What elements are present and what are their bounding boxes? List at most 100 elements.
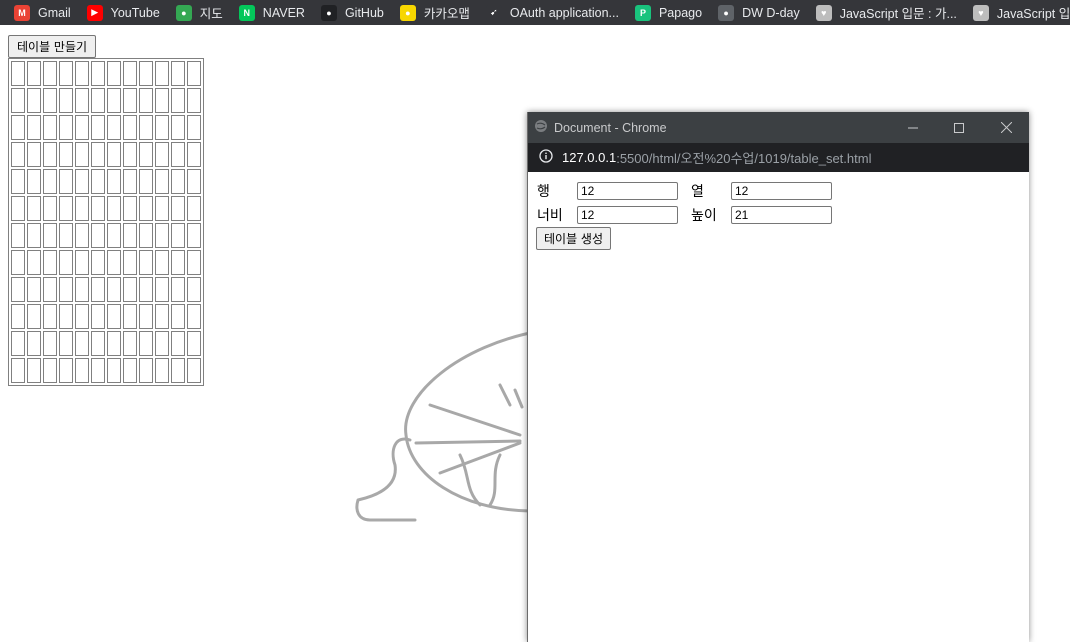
table-cell	[139, 277, 153, 302]
table-cell	[187, 223, 201, 248]
table-cell	[171, 277, 185, 302]
papago-icon: P	[634, 4, 651, 21]
bookmark-item[interactable]: ● 카카오맵	[399, 3, 470, 22]
bookmark-item[interactable]: ▶ YouTube	[86, 4, 160, 21]
bookmark-label: 카카오맵	[423, 7, 470, 21]
table-cell	[43, 115, 57, 140]
table-row	[11, 142, 201, 167]
col-input[interactable]	[731, 182, 832, 200]
bookmark-label: GitHub	[344, 5, 384, 20]
table-cell	[155, 88, 169, 113]
bookmarks-bar: M Gmail ▶ YouTube ● 지도 N NAVER ● GitHub ● 카카오맵 ➹ OAut…	[0, 0, 1070, 25]
bookmark-item[interactable]: ♥ JavaScript 입문	[972, 3, 1070, 22]
row-input[interactable]	[577, 182, 678, 200]
table-row	[11, 358, 201, 383]
bookmark-item[interactable]: ● GitHub	[320, 4, 384, 21]
table-cell	[107, 250, 121, 275]
info-icon[interactable]	[539, 149, 553, 166]
table-cell	[171, 115, 185, 140]
table-cell	[91, 250, 105, 275]
table-cell	[123, 358, 137, 383]
table-cell	[187, 169, 201, 194]
table-cell	[107, 196, 121, 221]
bookmark-item[interactable]: ➹ OAuth application...	[485, 4, 619, 21]
bookmark-label: 지도	[199, 7, 223, 21]
height-input[interactable]	[731, 206, 832, 224]
table-cell	[91, 358, 105, 383]
popup-title: Document - Chrome	[554, 120, 667, 135]
width-input[interactable]	[577, 206, 678, 224]
table-cell	[59, 115, 73, 140]
table-cell	[139, 331, 153, 356]
table-cell	[27, 169, 41, 194]
table-cell	[43, 61, 57, 86]
table-cell	[43, 304, 57, 329]
table-cell	[107, 277, 121, 302]
table-cell	[187, 196, 201, 221]
maximize-button[interactable]	[936, 112, 982, 143]
table-cell	[123, 331, 137, 356]
table-cell	[11, 223, 25, 248]
table-cell	[139, 304, 153, 329]
oauth-icon: ➹	[485, 4, 502, 21]
bookmark-item[interactable]: ● 지도	[175, 3, 223, 22]
table-cell	[155, 196, 169, 221]
url-host: 127.0.0.1	[562, 150, 617, 165]
table-cell	[27, 61, 41, 86]
table-row	[11, 304, 201, 329]
table-cell	[27, 142, 41, 167]
table-cell	[75, 331, 89, 356]
table-cell	[59, 223, 73, 248]
create-table-button[interactable]: 테이블 생성	[536, 227, 612, 250]
table-cell	[171, 250, 185, 275]
bookmark-item[interactable]: N NAVER	[238, 4, 305, 21]
table-cell	[187, 88, 201, 113]
table-cell	[107, 223, 121, 248]
bookmark-item[interactable]: M Gmail	[14, 4, 71, 21]
table-cell	[27, 304, 41, 329]
table-row	[11, 250, 201, 275]
table-cell	[123, 169, 137, 194]
bookmark-item[interactable]: ● DW D-day	[718, 4, 800, 21]
table-cell	[11, 142, 25, 167]
table-cell	[155, 142, 169, 167]
table-cell	[107, 61, 121, 86]
table-row	[11, 169, 201, 194]
popup-title-bar[interactable]: Document - Chrome	[528, 112, 1029, 143]
table-row	[11, 61, 201, 86]
address-bar[interactable]: 127.0.0.1:5500/html/오전%20수업/1019/table_s…	[528, 143, 1029, 172]
table-cell	[43, 88, 57, 113]
table-cell	[91, 196, 105, 221]
make-table-button[interactable]: 테이블 만들기	[8, 35, 97, 58]
table-cell	[75, 223, 89, 248]
table-cell	[171, 61, 185, 86]
table-cell	[139, 358, 153, 383]
table-cell	[171, 169, 185, 194]
table-cell	[155, 169, 169, 194]
table-cell	[75, 115, 89, 140]
maps-icon: ●	[175, 4, 192, 21]
minimize-button[interactable]	[890, 112, 936, 143]
table-cell	[171, 331, 185, 356]
table-cell	[107, 88, 121, 113]
table-cell	[59, 169, 73, 194]
bookmark-item[interactable]: ♥ JavaScript 입문 : 가...	[815, 3, 957, 22]
table-cell	[11, 196, 25, 221]
table-cell	[27, 331, 41, 356]
table-cell	[43, 169, 57, 194]
table-row	[11, 196, 201, 221]
table-cell	[107, 115, 121, 140]
table-cell	[107, 304, 121, 329]
globe-icon	[534, 119, 548, 136]
kakaomap-icon: ●	[399, 4, 416, 21]
bookmark-label: Papago	[658, 5, 703, 20]
table-cell	[91, 331, 105, 356]
table-cell	[27, 223, 41, 248]
bookmark-item[interactable]: P Papago	[634, 4, 703, 21]
table-cell	[123, 196, 137, 221]
close-button[interactable]	[983, 112, 1029, 143]
table-cell	[139, 223, 153, 248]
table-cell	[123, 142, 137, 167]
table-cell	[155, 250, 169, 275]
table-cell	[91, 142, 105, 167]
